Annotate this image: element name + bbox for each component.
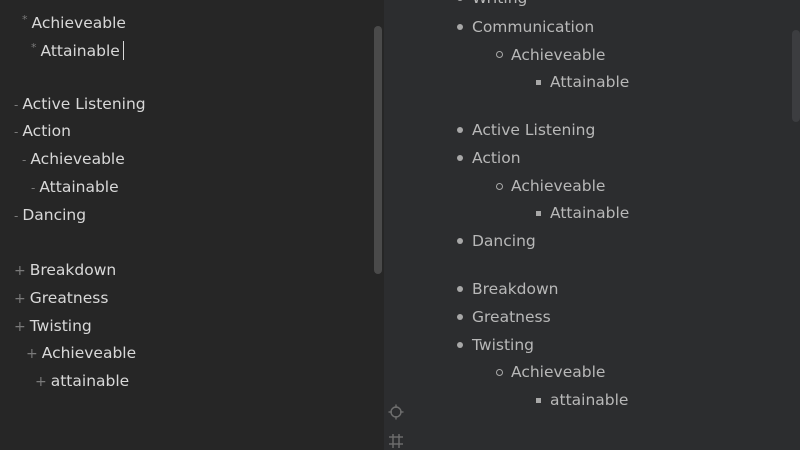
editor-line-text: Achieveable [41,344,137,362]
preview-item: Attainable [550,73,630,91]
preview-item: attainable [550,391,629,409]
disc-bullet [457,286,463,292]
list-marker: - [14,209,19,223]
editor-line-text: Achieveable [31,14,126,32]
editor-line[interactable]: - Dancing [14,205,86,226]
editor-line-text: Twisting [29,317,92,335]
list-marker: + [14,319,26,335]
list-marker: * [31,41,37,54]
square-bullet [536,80,541,85]
circle-bullet [496,51,503,58]
editor-scrollbar-thumb[interactable] [374,26,382,274]
disc-bullet [457,0,463,1]
list-marker: * [22,13,28,26]
square-bullet [536,211,541,216]
preview-item: Achieveable [511,363,606,381]
square-bullet [536,398,541,403]
preview-item: Attainable [550,204,630,222]
preview-item: Writing [472,0,527,8]
preview-item: Achieveable [511,46,606,64]
list-marker: - [14,98,19,112]
editor-line-text: Attainable [40,42,120,60]
list-marker: + [35,374,47,390]
list-marker: + [14,263,26,279]
editor-line[interactable]: + Achieveable [26,343,136,364]
editor-line[interactable]: - Active Listening [14,94,146,115]
list-marker: + [26,346,38,362]
preview-item: Twisting [472,336,535,354]
circle-bullet [496,369,503,376]
preview-item: Active Listening [472,121,596,139]
disc-bullet [457,314,463,320]
editor-line-text: Action [22,122,71,140]
editor-line-text: Active Listening [22,95,146,113]
editor-line-text: Dancing [22,206,87,224]
editor-line[interactable]: + Twisting [14,316,92,337]
preview-item: Dancing [472,232,536,250]
disc-bullet [457,24,463,30]
editor-line[interactable]: + Breakdown [14,260,116,281]
list-marker: - [31,181,36,195]
disc-bullet [457,127,463,133]
text-cursor [122,41,124,60]
preview-item: Breakdown [472,280,559,298]
preview-item: Greatness [472,308,551,326]
editor-line-text: Achieveable [30,150,125,168]
editor-line[interactable]: + attainable [35,371,129,392]
list-marker: - [22,153,27,167]
disc-bullet [457,342,463,348]
list-marker: + [14,291,26,307]
editor-line[interactable]: + Greatness [14,288,108,309]
editor-line-text: Attainable [39,178,119,196]
preview-scrollbar-thumb[interactable] [792,30,800,122]
markdown-editor[interactable]: * Achieveable * Attainable - Active Listeni… [0,0,372,450]
editor-line-text: Breakdown [29,261,117,279]
editor-line[interactable]: * Attainable [31,38,124,61]
preview-item: Achieveable [511,177,606,195]
editor-line[interactable]: - Attainable [31,177,119,198]
split-layout-icon[interactable] [388,433,404,449]
editor-line[interactable]: - Achieveable [22,149,125,170]
markdown-preview: Writing Communication Achieveable Attain… [384,0,800,450]
preview-item: Communication [472,18,595,36]
editor-line-text: attainable [50,372,130,390]
editor-line[interactable]: * Achieveable [22,10,126,33]
disc-bullet [457,155,463,161]
crosshair-icon[interactable] [388,404,404,420]
preview-item: Action [472,149,521,167]
circle-bullet [496,183,503,190]
disc-bullet [457,238,463,244]
list-marker: - [14,125,19,139]
editor-line[interactable]: - Action [14,121,71,142]
editor-line-text: Greatness [29,289,109,307]
